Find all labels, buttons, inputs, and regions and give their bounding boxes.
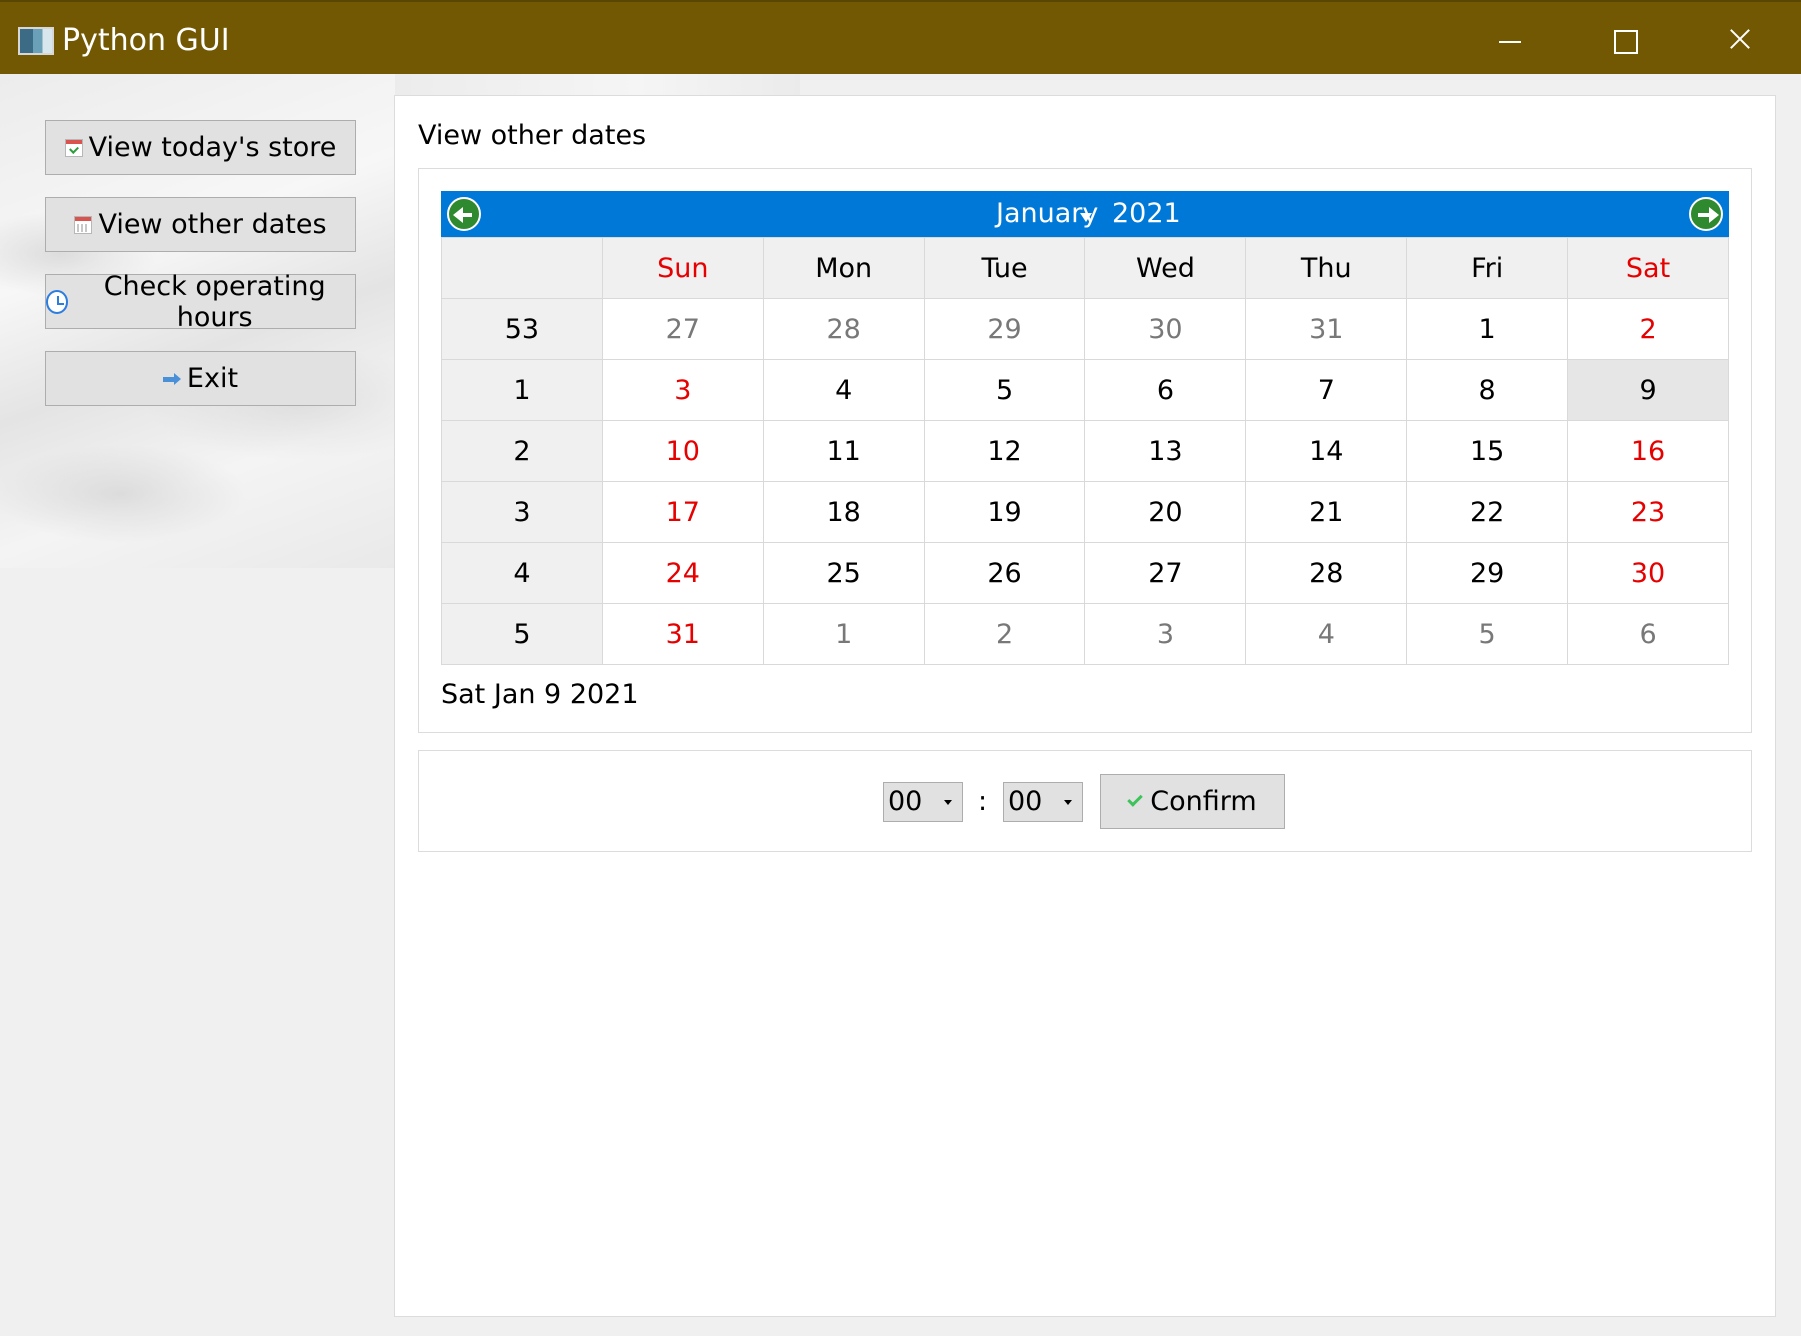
calendar-icon	[74, 215, 93, 234]
day-header-tue: Tue	[923, 237, 1086, 299]
view-today-store-label: View today's store	[88, 132, 337, 163]
calendar-day[interactable]: 12	[923, 420, 1086, 482]
calendar-day[interactable]: 30	[1567, 542, 1729, 604]
day-header-wed: Wed	[1084, 237, 1247, 299]
day-header-fri: Fri	[1406, 237, 1569, 299]
check-operating-hours-label: Check operating hours	[103, 270, 326, 333]
confirm-button[interactable]: Confirm	[1100, 774, 1285, 829]
exit-label: Exit	[186, 363, 239, 394]
calendar-day[interactable]: 23	[1567, 481, 1729, 543]
view-today-store-button[interactable]: View today's store	[45, 120, 356, 175]
week-number: 53	[441, 298, 603, 360]
calendar-week-row: 5 31 1 2 3 4 5 6	[441, 603, 1729, 665]
calendar-week-row: 2 10 11 12 13 14 15 16	[441, 420, 1729, 482]
calendar-day[interactable]: 6	[1567, 603, 1729, 665]
check-operating-hours-button[interactable]: Check operating hours	[45, 271, 356, 333]
week-number: 1	[441, 359, 603, 421]
calendar-day[interactable]: 4	[1245, 603, 1408, 665]
calendar-day[interactable]: 29	[923, 298, 1086, 360]
day-header-mon: Mon	[762, 237, 925, 299]
time-groupbox	[418, 750, 1752, 852]
calendar-day[interactable]: 7	[1245, 359, 1408, 421]
section-title: View other dates	[418, 120, 647, 151]
calendar-day[interactable]: 5	[1406, 603, 1569, 665]
exit-button[interactable]: Exit	[45, 351, 356, 406]
calendar-day[interactable]: 13	[1084, 420, 1247, 482]
calendar-day[interactable]: 18	[762, 481, 925, 543]
calendar-day[interactable]: 29	[1406, 542, 1569, 604]
calendar-week-row: 4 24 25 26 27 28 29 30	[441, 542, 1729, 604]
calendar-week-row: 53 27 28 29 30 31 1 2	[441, 298, 1729, 360]
week-number-header	[441, 237, 603, 299]
calendar-day[interactable]: 24	[601, 542, 764, 604]
calendar-day[interactable]: 27	[1084, 542, 1247, 604]
calendar-day[interactable]: 2	[1567, 298, 1729, 360]
calendar-day[interactable]: 28	[762, 298, 925, 360]
minute-select[interactable]: 00	[1003, 782, 1083, 822]
app-icon	[18, 27, 54, 55]
calendar-day[interactable]: 20	[1084, 481, 1247, 543]
calendar-week-row: 3 17 18 19 20 21 22 23	[441, 481, 1729, 543]
calendar-day[interactable]: 17	[601, 481, 764, 543]
calendar-day[interactable]: 8	[1406, 359, 1569, 421]
calendar-day[interactable]: 21	[1245, 481, 1408, 543]
calendar-day[interactable]: 19	[923, 481, 1086, 543]
calendar-grid: Sun Mon Tue Wed Thu Fri Sat 53 27 28 29 …	[441, 237, 1729, 665]
calendar-navigation-bar: January 2021	[441, 191, 1729, 237]
maximize-button[interactable]	[1594, 16, 1654, 66]
calendar-day[interactable]: 28	[1245, 542, 1408, 604]
calendar-day[interactable]: 31	[601, 603, 764, 665]
calendar-day[interactable]: 26	[923, 542, 1086, 604]
calendar-day[interactable]: 1	[1406, 298, 1569, 360]
week-number: 3	[441, 481, 603, 543]
calendar-day[interactable]: 11	[762, 420, 925, 482]
calendar-day[interactable]: 25	[762, 542, 925, 604]
clock-icon	[46, 289, 69, 314]
calendar-day[interactable]: 2	[923, 603, 1086, 665]
calendar-day[interactable]: 15	[1406, 420, 1569, 482]
day-header-sat: Sat	[1567, 237, 1729, 299]
calendar-day[interactable]: 3	[601, 359, 764, 421]
week-number: 5	[441, 603, 603, 665]
calendar-week-row: 1 3 4 5 6 7 8 9	[441, 359, 1729, 421]
exit-arrow-icon	[162, 370, 181, 388]
day-header-thu: Thu	[1245, 237, 1408, 299]
calendar-day[interactable]: 6	[1084, 359, 1247, 421]
calendar-day[interactable]: 10	[601, 420, 764, 482]
calendar-day[interactable]: 4	[762, 359, 925, 421]
next-month-icon[interactable]	[1689, 197, 1723, 231]
window-title: Python GUI	[62, 23, 230, 58]
calendar-header-row: Sun Mon Tue Wed Thu Fri Sat	[441, 237, 1729, 299]
title-bar: Python GUI	[0, 0, 1801, 74]
background-strip	[395, 74, 800, 96]
calendar-day[interactable]: 3	[1084, 603, 1247, 665]
confirm-label: Confirm	[1150, 786, 1257, 817]
calendar-day[interactable]: 30	[1084, 298, 1247, 360]
minute-value: 00	[1008, 786, 1043, 817]
view-other-dates-button[interactable]: View other dates	[45, 197, 356, 252]
calendar-day[interactable]: 14	[1245, 420, 1408, 482]
minimize-button[interactable]	[1480, 16, 1540, 66]
week-number: 2	[441, 420, 603, 482]
calendar-day[interactable]: 1	[762, 603, 925, 665]
view-other-dates-label: View other dates	[98, 209, 327, 240]
week-number: 4	[441, 542, 603, 604]
calendar-day[interactable]: 16	[1567, 420, 1729, 482]
chevron-down-icon[interactable]	[1080, 213, 1092, 222]
day-header-sun: Sun	[601, 237, 764, 299]
calendar-day[interactable]: 5	[923, 359, 1086, 421]
hour-select[interactable]: 00	[883, 782, 963, 822]
checkmark-icon	[1127, 790, 1144, 807]
selected-date-label: Sat Jan 9 2021	[441, 679, 639, 710]
calendar-day[interactable]: 27	[601, 298, 764, 360]
hour-value: 00	[888, 786, 923, 817]
calendar-day[interactable]: 22	[1406, 481, 1569, 543]
time-separator: :	[978, 786, 988, 817]
close-button[interactable]	[1710, 16, 1770, 66]
calendar-day[interactable]: 31	[1245, 298, 1408, 360]
calendar-day-selected[interactable]: 9	[1567, 359, 1729, 421]
previous-month-icon[interactable]	[447, 197, 481, 231]
calendar-check-icon	[64, 138, 83, 157]
year-selector[interactable]: 2021	[1112, 197, 1181, 231]
